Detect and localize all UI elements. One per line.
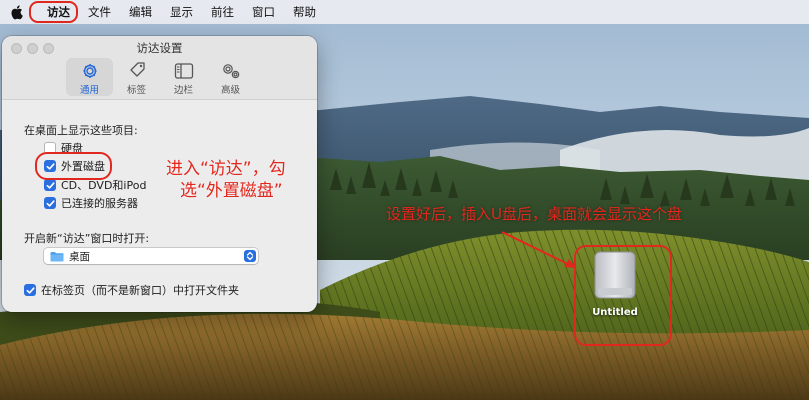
tag-icon [129,62,145,77]
connected-servers-label: 已连接的服务器 [61,197,138,210]
annotation-step-1: 进入“访达”，勾 选“外置磁盘” [166,158,286,202]
gear-icon [83,64,96,78]
open-in-tabs-label: 在标签页（而不是新窗口）中打开文件夹 [41,284,239,297]
menu-edit[interactable]: 编辑 [120,0,161,24]
drive-label[interactable]: Untitled [578,307,652,318]
tab-sidebar-label: 边栏 [173,85,193,96]
annotation-step-1-line-1: 进入“访达”，勾 [166,159,286,179]
tab-general[interactable]: 通用 [66,58,113,96]
menu-window[interactable]: 窗口 [243,0,284,24]
annotation-step-1-line-2: 选“外置磁盘” [180,181,283,201]
menu-bar: 访达 文件 编辑 显示 前往 窗口 帮助 [0,0,809,24]
new-window-select-value: 桌面 [69,250,90,263]
checkmark-icon [26,286,35,294]
external-disks-highlight-box [35,152,112,180]
tab-advanced-label: 高级 [220,85,240,96]
option-connected-servers[interactable]: 已连接的服务器 [44,195,138,211]
menu-view[interactable]: 显示 [161,0,202,24]
tab-tags[interactable]: 标签 [113,58,160,96]
desktop-items-heading: 在桌面上显示这些项目: [24,124,138,137]
tab-sidebar[interactable]: 边栏 [160,58,207,96]
window-title: 访达设置 [136,41,183,55]
cds-dvds-ipods-checkbox[interactable] [44,179,56,191]
option-open-in-tabs[interactable]: 在标签页（而不是新窗口）中打开文件夹 [24,282,239,298]
connected-servers-checkbox[interactable] [44,197,56,209]
sidebar-icon [174,63,193,79]
external-drive-icon[interactable] [590,250,640,300]
menu-help[interactable]: 帮助 [284,0,325,24]
select-chevron-icon [244,250,256,262]
menu-file[interactable]: 文件 [79,0,120,24]
tab-advanced[interactable]: 高级 [207,58,254,96]
folder-icon [50,251,64,261]
finder-menu-highlight-box [29,1,78,23]
menu-go[interactable]: 前往 [202,0,243,24]
open-in-tabs-checkbox[interactable] [24,284,36,296]
new-window-select[interactable]: 桌面 [44,248,258,264]
tab-tags-label: 标签 [126,85,146,96]
gears-icon [222,64,239,79]
window-toolbar: 访达设置 通用 标签 边栏 高级 [2,36,317,100]
apple-logo-icon[interactable] [10,4,24,20]
annotation-step-2: 设置好后，插入U盘后，桌面就会显示这个盘 [386,205,682,223]
new-window-heading: 开启新“访达”窗口时打开: [24,232,150,245]
checkmark-icon [46,199,55,207]
settings-tabs: 通用 标签 边栏 高级 [66,58,254,96]
tab-general-label: 通用 [79,85,99,96]
checkmark-icon [46,181,55,189]
